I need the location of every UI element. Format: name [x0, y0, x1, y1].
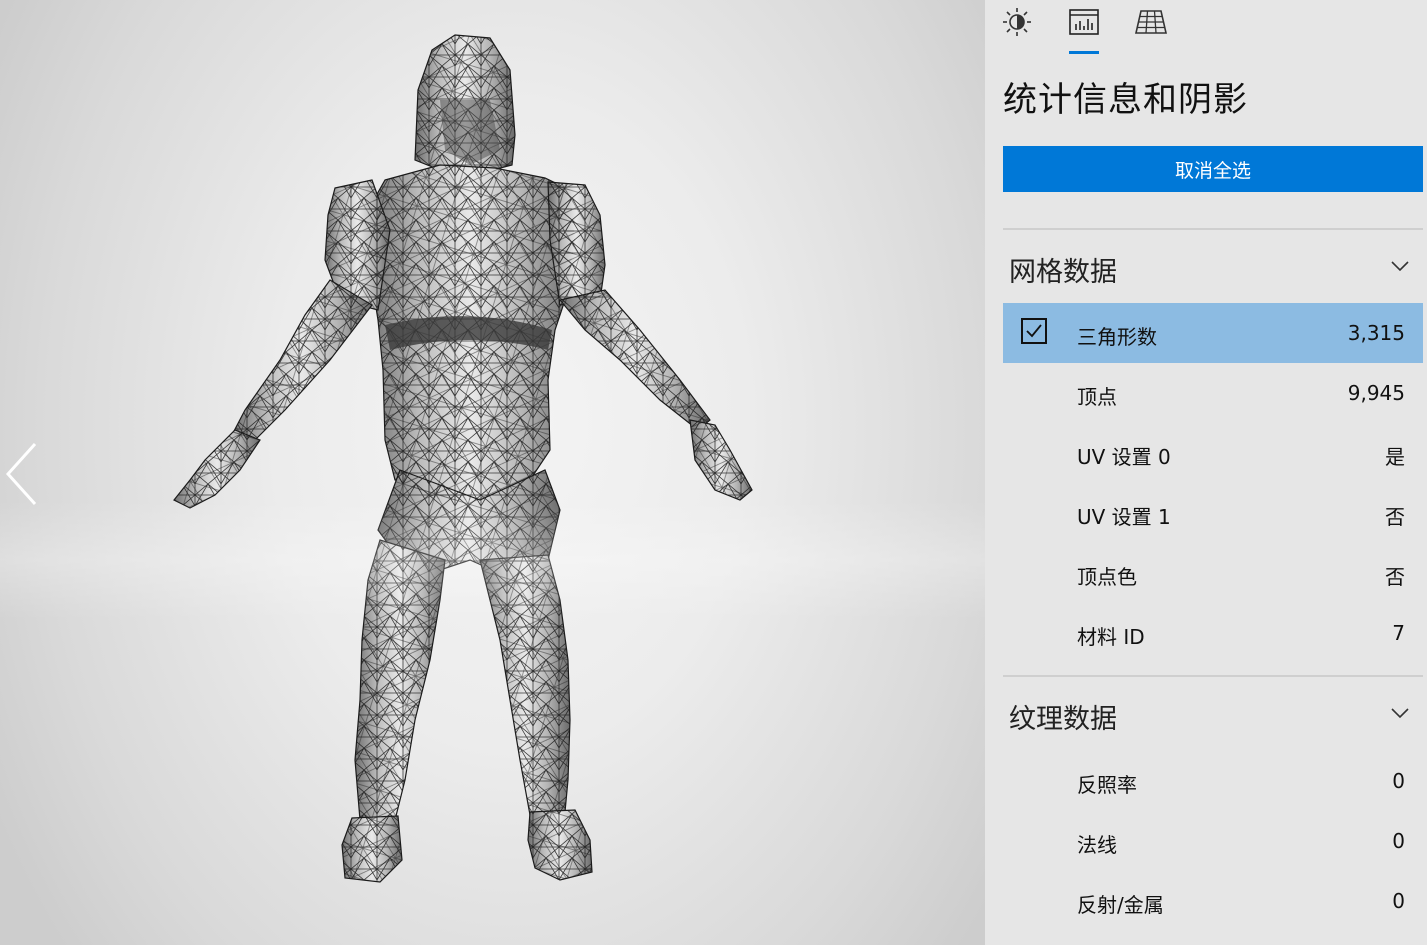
- previous-button[interactable]: [2, 440, 42, 510]
- tab-stats[interactable]: [1066, 6, 1102, 38]
- stat-row-vertices[interactable]: 顶点 9,945: [1003, 363, 1423, 423]
- stat-row-albedo[interactable]: 反照率 0: [1003, 751, 1423, 811]
- stat-label: 顶点色: [1077, 565, 1137, 589]
- panel-tabs: [985, 0, 1427, 56]
- stat-row-uv-set-1[interactable]: UV 设置 1 否: [1003, 483, 1423, 543]
- panel-title: 统计信息和阴影: [1003, 80, 1248, 120]
- stat-value: 9,945: [1347, 381, 1405, 405]
- stat-row-uv-set-0[interactable]: UV 设置 0 是: [1003, 423, 1423, 483]
- divider: [1003, 228, 1423, 230]
- checkmark-icon: [1026, 324, 1042, 338]
- active-tab-indicator: [1069, 51, 1099, 54]
- chevron-down-icon: [1391, 261, 1409, 272]
- stats-panel: 统计信息和阴影 取消全选 网格数据 三角形数 3,315 顶点 9,945 UV…: [985, 0, 1427, 945]
- tab-lighting[interactable]: [999, 6, 1035, 38]
- section-title: 网格数据: [1009, 257, 1117, 288]
- stat-label: UV 设置 1: [1077, 505, 1171, 529]
- stat-row-triangles[interactable]: 三角形数 3,315: [1003, 303, 1423, 363]
- stat-label: 三角形数: [1077, 325, 1157, 349]
- stats-icon: [1069, 9, 1099, 35]
- mesh-data-section-header[interactable]: 网格数据: [1003, 236, 1423, 296]
- stat-value: 0: [1392, 829, 1405, 853]
- stat-value: 0: [1392, 769, 1405, 793]
- tab-grid[interactable]: [1133, 6, 1169, 38]
- stat-row-vertex-color[interactable]: 顶点色 否: [1003, 543, 1423, 603]
- wireframe-humanoid-model[interactable]: [0, 0, 985, 945]
- stat-value: 否: [1385, 565, 1405, 589]
- triangles-checkbox[interactable]: [1021, 318, 1047, 344]
- chevron-left-icon: [5, 442, 37, 506]
- divider: [1003, 675, 1423, 677]
- deselect-all-button[interactable]: 取消全选: [1003, 146, 1423, 192]
- stat-label: 顶点: [1077, 385, 1117, 409]
- stat-label: 法线: [1077, 833, 1117, 857]
- lighting-icon: [1003, 8, 1031, 36]
- stat-row-material-id[interactable]: 材料 ID 7: [1003, 603, 1423, 663]
- stat-row-reflection-metal[interactable]: 反射/金属 0: [1003, 871, 1423, 931]
- section-title: 纹理数据: [1009, 704, 1117, 735]
- model-viewport[interactable]: [0, 0, 985, 945]
- stat-value: 7: [1392, 621, 1405, 645]
- stat-value: 0: [1392, 889, 1405, 913]
- stat-value: 3,315: [1347, 321, 1405, 345]
- stat-label: 反照率: [1077, 773, 1137, 797]
- stat-label: 材料 ID: [1077, 625, 1145, 649]
- stat-value: 是: [1385, 445, 1405, 469]
- stat-row-normal[interactable]: 法线 0: [1003, 811, 1423, 871]
- stat-value: 否: [1385, 505, 1405, 529]
- stat-label: UV 设置 0: [1077, 445, 1171, 469]
- chevron-down-icon: [1391, 708, 1409, 719]
- stat-label: 反射/金属: [1077, 893, 1164, 917]
- grid-icon: [1135, 10, 1167, 34]
- texture-data-section-header[interactable]: 纹理数据: [1003, 683, 1423, 743]
